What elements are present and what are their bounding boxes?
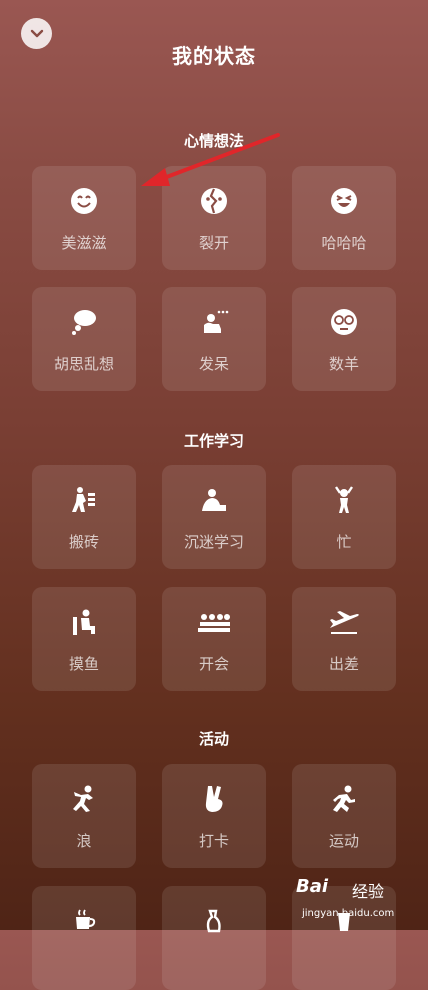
tile-label: 浪	[76, 832, 92, 850]
status-tile-daka[interactable]: 打卡	[162, 764, 266, 868]
tile-label: 美滋滋	[61, 234, 107, 252]
sleepy-face-icon	[331, 309, 357, 335]
watermark: Bai 经验 jingyan.baidu.com	[296, 876, 408, 926]
airplane-icon	[330, 611, 359, 634]
drink-icon	[206, 909, 221, 933]
status-tile-partial[interactable]	[32, 886, 136, 990]
watermark-url: jingyan.baidu.com	[302, 908, 395, 919]
status-tile-yundong[interactable]: 运动	[292, 764, 396, 868]
tile-label: 裂开	[198, 234, 229, 252]
tile-label: 发呆	[198, 355, 229, 373]
watermark-text: 经验	[352, 882, 385, 901]
status-tile-banzhuan[interactable]: 搬砖	[32, 465, 136, 569]
tile-label: 开会	[198, 655, 229, 673]
thought-bubble-icon	[72, 310, 96, 335]
daydream-icon	[204, 310, 229, 333]
tile-label: 运动	[328, 832, 359, 850]
busy-person-icon	[335, 486, 353, 513]
status-tile-hahaha[interactable]: 哈哈哈	[292, 166, 396, 270]
status-tile-liekai[interactable]: 裂开	[162, 166, 266, 270]
carry-bricks-icon	[72, 487, 95, 512]
tile-label: 哈哈哈	[321, 234, 367, 252]
status-tile-chenmixuexi[interactable]: 沉迷学习	[162, 465, 266, 569]
status-tile-chuchai[interactable]: 出差	[292, 587, 396, 691]
running-icon	[333, 785, 355, 812]
broken-heart-icon	[201, 188, 227, 214]
meeting-icon	[198, 614, 230, 632]
tile-label: 出差	[328, 655, 359, 673]
status-tile-husiluanxiang[interactable]: 胡思乱想	[32, 287, 136, 391]
peace-hand-icon	[205, 786, 223, 812]
studying-icon	[202, 489, 226, 511]
tile-label: 打卡	[198, 832, 229, 850]
tile-label: 沉迷学习	[183, 533, 244, 551]
status-tile-partial[interactable]	[162, 886, 266, 990]
section-title-work: 工作学习	[183, 432, 244, 450]
header: 我的状态	[0, 0, 428, 110]
slacking-icon	[73, 609, 95, 635]
status-tile-lang[interactable]: 浪	[32, 764, 136, 868]
section-title-activity: 活动	[198, 730, 229, 748]
tile-label: 胡思乱想	[53, 355, 114, 373]
tile-label: 忙	[336, 533, 352, 551]
laughing-face-icon	[331, 188, 357, 214]
tile-label: 摸鱼	[68, 655, 99, 673]
section-title-mood: 心情想法	[183, 132, 244, 150]
tile-label: 数羊	[328, 355, 359, 373]
smile-icon	[71, 188, 97, 214]
dancing-icon	[73, 785, 93, 812]
coffee-icon	[76, 909, 96, 929]
watermark-logo: Bai	[296, 876, 329, 897]
status-tile-moyu[interactable]: 摸鱼	[32, 587, 136, 691]
page-title: 我的状态	[172, 44, 256, 68]
tile-label: 搬砖	[68, 533, 99, 551]
status-tile-shuyang[interactable]: 数羊	[292, 287, 396, 391]
status-tile-mang[interactable]: 忙	[292, 465, 396, 569]
status-tile-kaihui[interactable]: 开会	[162, 587, 266, 691]
status-tile-fadai[interactable]: 发呆	[162, 287, 266, 391]
status-tile-meizizi[interactable]: 美滋滋	[32, 166, 136, 270]
